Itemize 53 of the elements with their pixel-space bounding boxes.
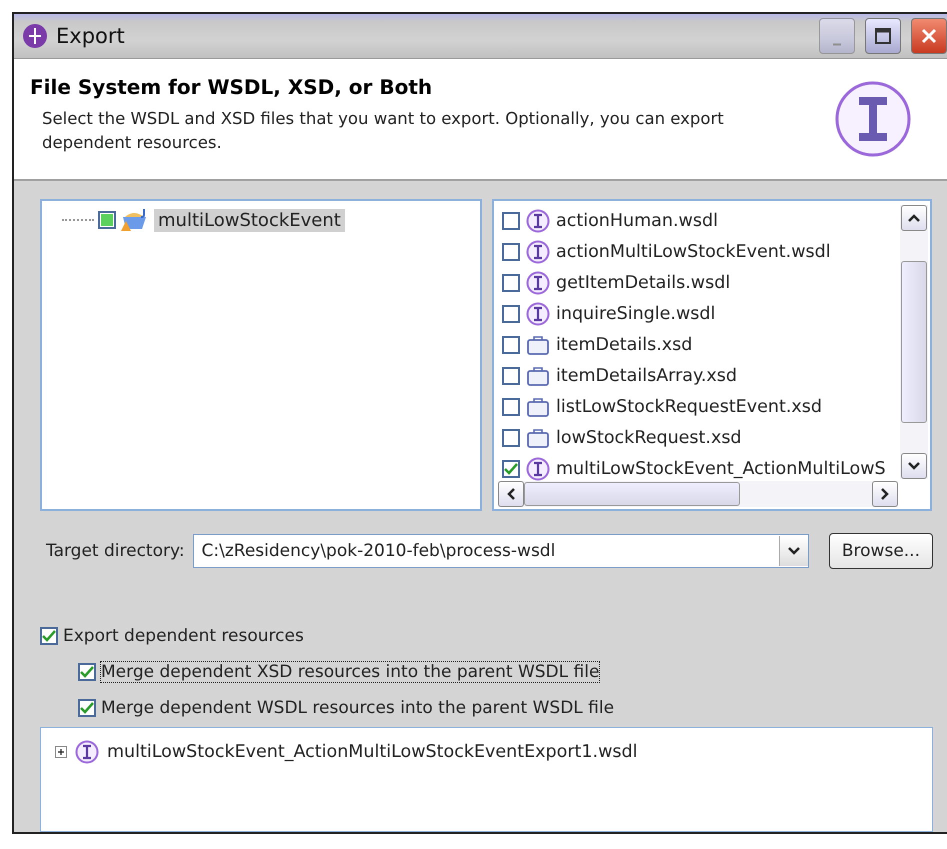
page-title: File System for WSDL, XSD, or Both: [30, 75, 434, 99]
checkbox[interactable]: [502, 274, 520, 292]
checkbox[interactable]: [502, 460, 520, 478]
target-directory-combo[interactable]: C:\zResidency\pok-2010-feb\process-wsdl: [192, 534, 809, 568]
file-name[interactable]: actionHuman.wsdl: [556, 210, 718, 230]
interface-icon: [75, 740, 99, 764]
interface-icon: [526, 240, 550, 264]
tree-item[interactable]: multiLowStockEvent_ActionMultiLowStockEventExport1.wsdl: [107, 742, 638, 762]
checkbox[interactable]: [502, 398, 520, 416]
tree-item[interactable]: multiLowStockEvent: [154, 208, 345, 232]
vertical-scrollbar[interactable]: [900, 205, 928, 479]
app-icon: [22, 23, 48, 49]
file-name[interactable]: itemDetailsArray.xsd: [556, 366, 737, 386]
minimize-icon: [833, 42, 841, 46]
file-name[interactable]: multiLowStockEvent_ActionMultiLowS: [556, 458, 886, 478]
file-name[interactable]: itemDetails.xsd: [556, 334, 692, 354]
file-name[interactable]: lowStockRequest.xsd: [556, 428, 742, 448]
checkbox[interactable]: [98, 211, 116, 229]
close-button[interactable]: [911, 18, 947, 54]
interface-icon: [526, 456, 550, 480]
option-label[interactable]: Merge dependent XSD resources into the parent WSDL file: [100, 661, 600, 683]
briefcase-icon: [526, 396, 550, 418]
file-name[interactable]: inquireSingle.wsdl: [556, 304, 716, 324]
checkbox[interactable]: [502, 212, 520, 230]
target-directory-label: Target directory:: [45, 541, 185, 561]
close-icon: [920, 27, 938, 45]
interface-icon: [526, 302, 550, 326]
page-description: Select the WSDL and XSD files that you want to export. Optionally, you can export dependent resources.: [41, 108, 725, 154]
checkbox[interactable]: [78, 663, 96, 681]
briefcase-icon: [526, 364, 550, 386]
interface-icon: [526, 208, 550, 232]
briefcase-icon: [526, 334, 550, 356]
horizontal-scrollbar[interactable]: [498, 481, 898, 507]
file-name[interactable]: listLowStockRequestEvent.xsd: [556, 396, 822, 416]
checkbox[interactable]: [502, 428, 520, 446]
maximize-button[interactable]: [865, 18, 901, 54]
maximize-icon: [874, 27, 892, 45]
file-name[interactable]: actionMultiLowStockEvent.wsdl: [556, 242, 831, 262]
interface-logo-icon: [833, 79, 913, 159]
checkbox[interactable]: [78, 699, 96, 717]
browse-button[interactable]: Browse...: [828, 533, 933, 569]
briefcase-icon: [526, 426, 550, 448]
interface-icon: [526, 270, 550, 294]
window-title: Export: [56, 24, 126, 48]
checkbox[interactable]: [502, 336, 520, 354]
checkbox[interactable]: [502, 242, 520, 260]
checkbox[interactable]: [40, 627, 58, 645]
file-name[interactable]: getItemDetails.wsdl: [556, 272, 730, 292]
option-label[interactable]: Export dependent resources: [62, 625, 305, 647]
expand-icon[interactable]: [55, 746, 67, 758]
option-label[interactable]: Merge dependent WSDL resources into the parent WSDL file: [100, 697, 616, 719]
checkbox[interactable]: [502, 304, 520, 322]
checkbox[interactable]: [502, 366, 520, 384]
